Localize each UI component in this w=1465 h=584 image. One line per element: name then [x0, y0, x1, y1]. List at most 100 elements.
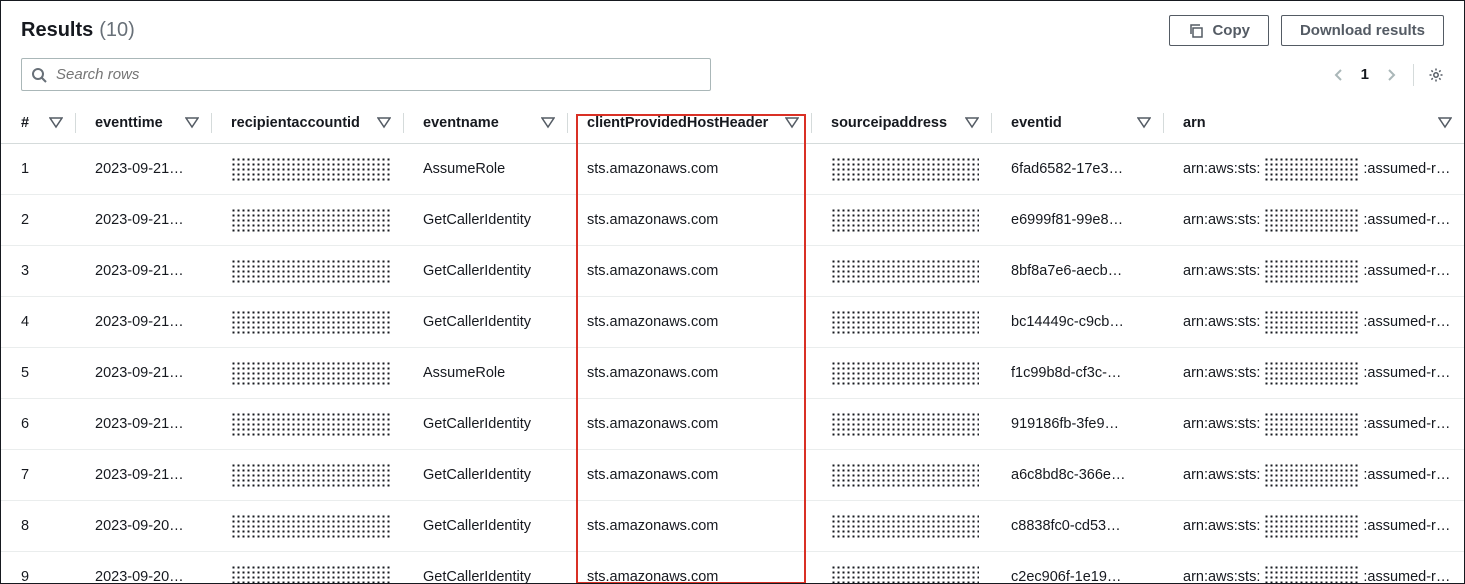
cell-eventtime: 2023-09-21… — [75, 348, 211, 399]
cell-arn: arn:aws:sts::assumed-r… — [1163, 144, 1464, 195]
redacted-value — [1264, 514, 1359, 538]
filter-icon[interactable] — [185, 116, 199, 130]
column-header-eventtime[interactable]: eventtime — [75, 103, 211, 144]
cell-eventtime: 2023-09-21… — [75, 399, 211, 450]
cell-eventtime: 2023-09-20… — [75, 501, 211, 552]
cell-arn: arn:aws:sts::assumed-r… — [1163, 450, 1464, 501]
cell-sourceipaddress — [811, 297, 991, 348]
column-label: eventname — [423, 115, 499, 131]
table-row[interactable]: 92023-09-20…GetCallerIdentitysts.amazona… — [1, 552, 1464, 584]
settings-button[interactable] — [1428, 67, 1444, 83]
search-input[interactable] — [21, 58, 711, 91]
redacted-value — [831, 259, 979, 283]
cell-eventid: 6fad6582-17e3… — [991, 144, 1163, 195]
cell-arn: arn:aws:sts::assumed-r… — [1163, 552, 1464, 584]
cell-eventid: e6999f81-99e8… — [991, 195, 1163, 246]
cell-idx: 2 — [1, 195, 75, 246]
table-row[interactable]: 32023-09-21…GetCallerIdentitysts.amazona… — [1, 246, 1464, 297]
cell-arn: arn:aws:sts::assumed-r… — [1163, 195, 1464, 246]
redacted-value — [231, 361, 391, 385]
redacted-value — [1264, 463, 1359, 487]
column-header-eventname[interactable]: eventname — [403, 103, 567, 144]
redacted-value — [231, 310, 391, 334]
cell-hostheader: sts.amazonaws.com — [567, 195, 811, 246]
redacted-value — [831, 157, 979, 181]
filter-icon[interactable] — [49, 116, 63, 130]
redacted-value — [231, 463, 391, 487]
cell-sourceipaddress — [811, 195, 991, 246]
cell-eventid: c2ec906f-1e19… — [991, 552, 1163, 584]
cell-eventname: GetCallerIdentity — [403, 552, 567, 584]
download-results-button[interactable]: Download results — [1281, 15, 1444, 46]
cell-hostheader: sts.amazonaws.com — [567, 552, 811, 584]
cell-eventtime: 2023-09-21… — [75, 246, 211, 297]
cell-sourceipaddress — [811, 144, 991, 195]
redacted-value — [831, 463, 979, 487]
column-label: sourceipaddress — [831, 115, 947, 131]
column-header-arn[interactable]: arn — [1163, 103, 1464, 144]
cell-eventid: bc14449c-c9cb… — [991, 297, 1163, 348]
column-header-eventid[interactable]: eventid — [991, 103, 1163, 144]
cell-arn: arn:aws:sts::assumed-r… — [1163, 399, 1464, 450]
column-header-idx[interactable]: # — [1, 103, 75, 144]
cell-recipientaccountid — [211, 348, 403, 399]
redacted-value — [231, 412, 391, 436]
table-row[interactable]: 52023-09-21…AssumeRolests.amazonaws.comf… — [1, 348, 1464, 399]
table-row[interactable]: 22023-09-21… GetCallerIdentitysts.amazona… — [1, 195, 1464, 246]
redacted-value — [1264, 565, 1359, 584]
column-header-recipientaccountid[interactable]: recipientaccountid — [211, 103, 403, 144]
cell-idx: 4 — [1, 297, 75, 348]
filter-icon[interactable] — [1137, 116, 1151, 130]
cell-eventid: 919186fb-3fe9… — [991, 399, 1163, 450]
redacted-value — [1264, 157, 1359, 181]
copy-button-label: Copy — [1212, 22, 1250, 39]
filter-icon[interactable] — [785, 116, 799, 130]
column-label: eventid — [1011, 115, 1062, 131]
table-row[interactable]: 82023-09-20…GetCallerIdentitysts.amazona… — [1, 501, 1464, 552]
cell-hostheader: sts.amazonaws.com — [567, 348, 811, 399]
cell-eventtime: 2023-09-21… — [75, 195, 211, 246]
cell-idx: 7 — [1, 450, 75, 501]
cell-idx: 1 — [1, 144, 75, 195]
prev-page-button[interactable] — [1331, 67, 1347, 83]
table-row[interactable]: 42023-09-21…GetCallerIdentitysts.amazona… — [1, 297, 1464, 348]
copy-icon — [1188, 23, 1204, 39]
filter-icon[interactable] — [1438, 116, 1452, 130]
filter-icon[interactable] — [541, 116, 555, 130]
cell-eventid: c8838fc0-cd53… — [991, 501, 1163, 552]
results-title: Results — [21, 19, 93, 42]
cell-eventname: GetCallerIdentity — [403, 297, 567, 348]
copy-button[interactable]: Copy — [1169, 15, 1269, 46]
cell-idx: 9 — [1, 552, 75, 584]
cell-eventname: GetCallerIdentity — [403, 195, 567, 246]
cell-eventid: a6c8bd8c-366e… — [991, 450, 1163, 501]
next-page-button[interactable] — [1383, 67, 1399, 83]
cell-hostheader: sts.amazonaws.com — [567, 501, 811, 552]
table-row[interactable]: 62023-09-21…GetCallerIdentitysts.amazona… — [1, 399, 1464, 450]
table-row[interactable]: 12023-09-21…AssumeRolests.amazonaws.com6… — [1, 144, 1464, 195]
cell-eventtime: 2023-09-21… — [75, 144, 211, 195]
cell-hostheader: sts.amazonaws.com — [567, 297, 811, 348]
cell-hostheader: sts.amazonaws.com — [567, 246, 811, 297]
cell-arn: arn:aws:sts::assumed-r… — [1163, 348, 1464, 399]
cell-eventname: GetCallerIdentity — [403, 399, 567, 450]
table-row[interactable]: 72023-09-21…GetCallerIdentitysts.amazona… — [1, 450, 1464, 501]
redacted-value — [231, 157, 391, 181]
filter-icon[interactable] — [965, 116, 979, 130]
column-header-clientProvidedHostHeader[interactable]: clientProvidedHostHeader — [567, 103, 811, 144]
redacted-value — [231, 514, 391, 538]
redacted-value — [1264, 310, 1359, 334]
cell-eventid: f1c99b8d-cf3c-… — [991, 348, 1163, 399]
cell-eventname: GetCallerIdentity — [403, 246, 567, 297]
cell-eventname: AssumeRole — [403, 144, 567, 195]
column-label: recipientaccountid — [231, 115, 360, 131]
filter-icon[interactable] — [377, 116, 391, 130]
controls-row: 1 — [1, 52, 1464, 103]
cell-recipientaccountid — [211, 297, 403, 348]
redacted-value — [831, 514, 979, 538]
cell-recipientaccountid — [211, 552, 403, 584]
cell-arn: arn:aws:sts::assumed-r… — [1163, 297, 1464, 348]
column-header-sourceipaddress[interactable]: sourceipaddress — [811, 103, 991, 144]
column-label: arn — [1183, 115, 1206, 131]
redacted-value — [231, 565, 391, 584]
